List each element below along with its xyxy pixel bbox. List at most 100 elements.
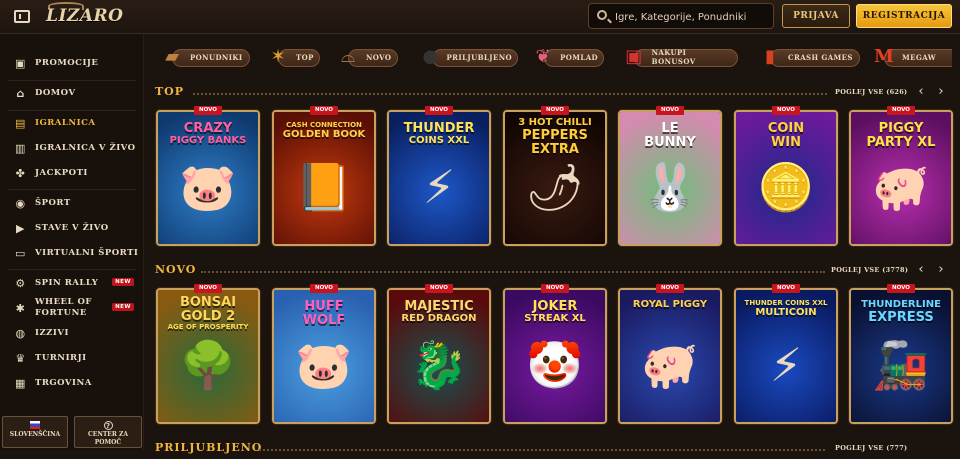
game-title-line: PEPPERS	[522, 128, 588, 143]
category-providers[interactable]: ▰ PONUDNIKI	[158, 44, 250, 70]
game-card[interactable]: 🐷 CRAZY PIGGY BANKS	[156, 110, 260, 246]
game-emblem-icon: 🪙	[757, 160, 815, 214]
sidebar-item-live-casino[interactable]: ▥ IGRALNICA V ŽIVO	[0, 135, 144, 161]
chevron-right-icon[interactable]: ›	[935, 263, 947, 277]
view-all-link[interactable]: POGLEJ VSE (777)	[835, 444, 907, 452]
category-crash-games[interactable]: ▮ CRASH GAMES	[756, 44, 860, 70]
view-all-link[interactable]: POGLEJ VSE (3778)	[831, 266, 908, 274]
sidebar-item-spin-rally[interactable]: ⚙ SPIN RALLY NEW	[0, 270, 144, 296]
sidebar-item-label: IZZIVI	[35, 328, 69, 338]
game-emblem-icon: 📙	[295, 160, 353, 214]
game-emblem-icon: 🚂	[872, 338, 930, 392]
sidebar-item-label: TRGOVINA	[35, 378, 92, 388]
dynamite-icon: ▮	[765, 46, 775, 67]
game-title-line: WOLF	[302, 313, 346, 328]
sidebar-item-sport[interactable]: ◉ ŠPORT	[0, 190, 144, 216]
game-title: HUFF WOLF	[278, 300, 370, 328]
category-top[interactable]: ✶ TOP	[264, 44, 320, 70]
section-title: TOP	[155, 85, 185, 98]
category-label: TOP	[296, 52, 314, 62]
category-megaways[interactable]: M MEGAW	[870, 44, 952, 70]
new-badge: NOVO	[194, 284, 222, 293]
category-spring[interactable]: ❦ POMLAD	[530, 44, 604, 70]
casino-icon: ▤	[15, 116, 26, 130]
new-badge: NOVO	[310, 284, 338, 293]
game-title: CASH CONNECTION GOLDEN BOOK	[278, 122, 370, 141]
game-emblem-icon: 🤡	[526, 338, 584, 392]
game-card[interactable]: 🐰 LE BUNNY	[618, 110, 722, 246]
sidebar-item-promotions[interactable]: ▣ PROMOCIJE	[0, 50, 144, 76]
game-title-line: BUNNY	[644, 135, 696, 150]
section-title: NOVO	[155, 263, 197, 276]
live-casino-icon: ▥	[15, 141, 26, 155]
sidebar-item-casino[interactable]: ▤ IGRALNICA	[0, 110, 144, 136]
new-badge: NOVO	[425, 106, 453, 115]
game-title: CRAZY PIGGY BANKS	[162, 122, 254, 147]
home-icon: ⌂	[16, 86, 25, 100]
game-card[interactable]: 🪙 COIN WIN	[734, 110, 838, 246]
search-box[interactable]	[588, 3, 774, 29]
game-emblem-icon: 🌳	[179, 338, 237, 392]
game-card[interactable]: 🌶 3 HOT CHILLI PEPPERS EXTRA	[503, 110, 607, 246]
game-title-line: JOKER	[532, 299, 578, 314]
sidebar-item-live-bets[interactable]: ▶ STAVE V ŽIVO	[0, 215, 144, 241]
language-selector-button[interactable]: SLOVENŠČINA	[2, 416, 68, 448]
game-emblem-icon: 🐰	[641, 160, 699, 214]
new-badge: NOVO	[772, 284, 800, 293]
game-card[interactable]: 📙 CASH CONNECTION GOLDEN BOOK	[272, 110, 376, 246]
bomb-icon: ●	[422, 46, 439, 67]
view-all-link[interactable]: POGLEJ VSE (626)	[835, 88, 907, 96]
trophy-icon: ♛	[15, 351, 26, 365]
sidebar-toggle-icon[interactable]	[14, 10, 30, 23]
category-new[interactable]: ⌓ NOVO	[334, 44, 398, 70]
top-bar: LIZARO PRIJAVA REGISTRACIJA	[0, 0, 960, 34]
login-button[interactable]: PRIJAVA	[782, 4, 850, 28]
game-card[interactable]: 🚂 THUNDERLINE EXPRESS	[849, 288, 953, 424]
game-emblem-icon: 🐖	[872, 160, 930, 214]
wheel-icon: ✱	[15, 301, 26, 315]
section-divider	[193, 93, 827, 95]
game-card[interactable]: ⚡ THUNDER COINS XXL	[387, 110, 491, 246]
register-button[interactable]: REGISTRACIJA	[856, 4, 952, 28]
sidebar-item-tournaments[interactable]: ♛ TURNIRJI	[0, 345, 144, 371]
game-card[interactable]: 🐖 PIGGY PARTY XL	[849, 110, 953, 246]
game-title-line: ROYAL PIGGY	[632, 299, 708, 310]
new-badge: NOVO	[541, 106, 569, 115]
game-card[interactable]: ⚡ THUNDER COINS XXL MULTICOIN	[734, 288, 838, 424]
category-bonus-buys[interactable]: ▣ NAKUPI BONUSOV	[620, 44, 738, 70]
game-card[interactable]: 🐖 ROYAL PIGGY	[618, 288, 722, 424]
game-card[interactable]: 🤡 JOKER STREAK XL	[503, 288, 607, 424]
game-title-line: BONSAI	[179, 295, 237, 310]
sidebar-item-challenges[interactable]: ◍ IZZIVI	[0, 320, 144, 346]
chevron-right-icon[interactable]: ›	[935, 85, 947, 99]
sidebar-item-label: VIRTUALNI ŠPORTI	[35, 248, 139, 258]
sidebar-item-jackpots[interactable]: ✤ JACKPOTI	[0, 160, 144, 186]
sidebar-item-shop[interactable]: ▦ TRGOVINA	[0, 370, 144, 396]
game-title-line: CASH CONNECTION	[286, 121, 362, 129]
search-input[interactable]	[615, 8, 771, 26]
game-card[interactable]: 🌳 BONSAI GOLD 2 AGE OF PROSPERITY	[156, 288, 260, 424]
game-emblem-icon: 🌶	[525, 160, 585, 214]
new-badge: NOVO	[194, 106, 222, 115]
help-center-button[interactable]: ? CENTER ZA POMOČ	[74, 416, 142, 448]
new-badge: NOVO	[772, 106, 800, 115]
category-popular[interactable]: ● PRILJUBLJENO	[418, 44, 518, 70]
game-title: ROYAL PIGGY	[624, 300, 716, 311]
game-card[interactable]: 🐉 MAJESTIC RED DRAGON	[387, 288, 491, 424]
game-title-line: GOLD 2	[180, 309, 236, 324]
game-emblem-icon: ⚡	[422, 160, 456, 214]
chevron-left-icon[interactable]: ‹	[915, 263, 927, 277]
sidebar-item-label: IGRALNICA	[35, 118, 96, 128]
chevron-left-icon[interactable]: ‹	[915, 85, 927, 99]
help-label-line2: POMOČ	[94, 439, 122, 446]
category-label: MEGAW	[902, 52, 937, 62]
sidebar-item-wheel-of-fortune[interactable]: ✱ WHEEL OF FORTUNE NEW	[0, 295, 144, 321]
sidebar-item-label: SPIN RALLY	[35, 278, 99, 288]
section-header-top: TOP POGLEJ VSE (626) ‹ ›	[155, 85, 950, 103]
section-title: PRILJUBLJENO	[155, 441, 263, 454]
game-card[interactable]: 🐷 HUFF WOLF	[272, 288, 376, 424]
sidebar-item-home[interactable]: ⌂ DOMOV	[0, 80, 144, 106]
shop-icon: ▦	[15, 376, 26, 390]
sidebar-item-virtual-sports[interactable]: ▭ VIRTUALNI ŠPORTI	[0, 240, 144, 266]
brand-logo[interactable]: LIZARO	[46, 6, 123, 26]
